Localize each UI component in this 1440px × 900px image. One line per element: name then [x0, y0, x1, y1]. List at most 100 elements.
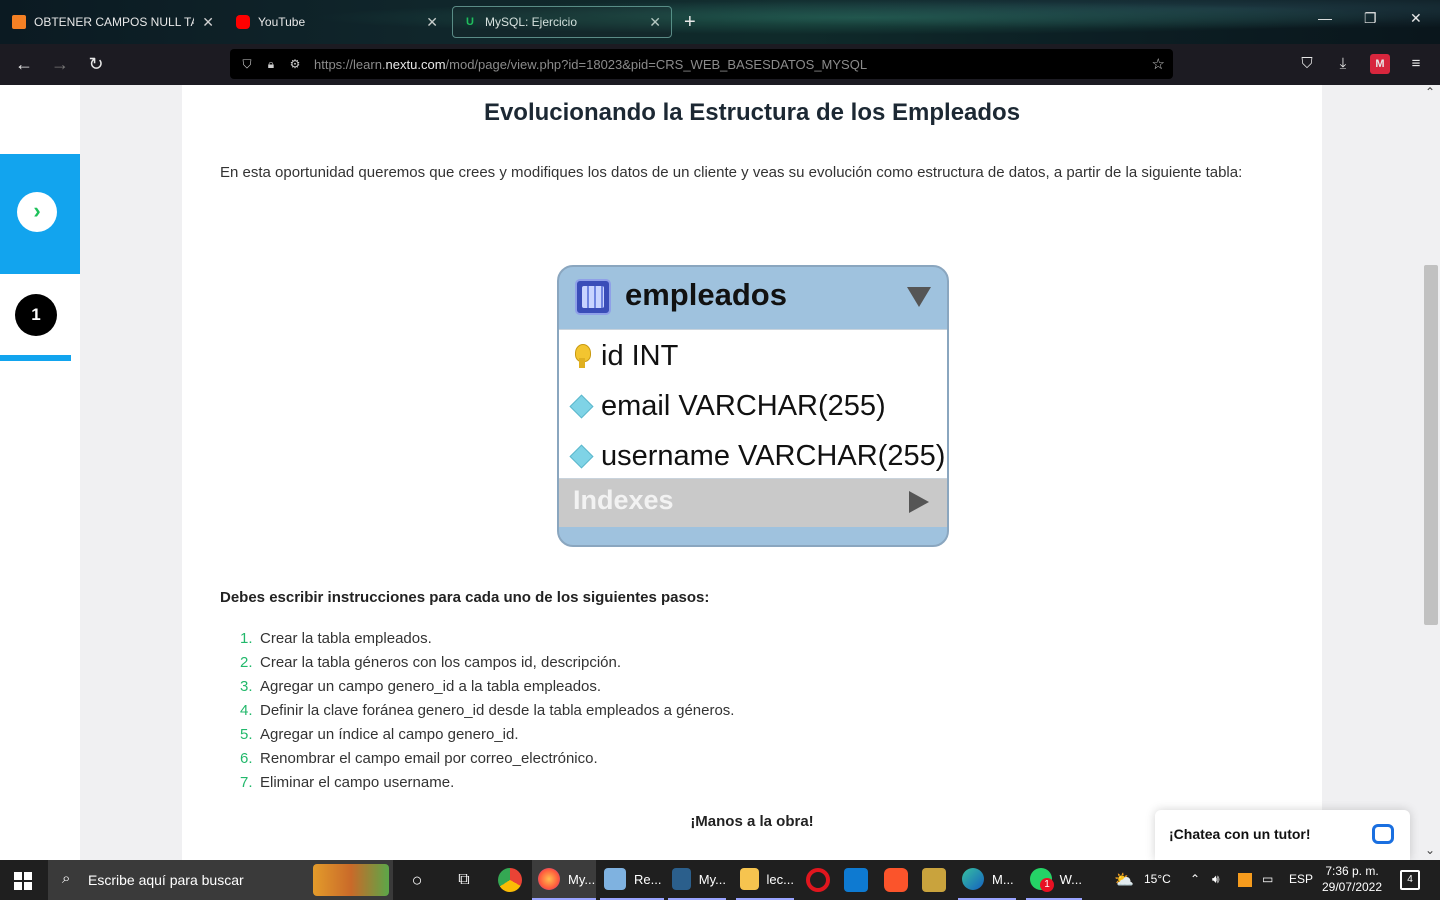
- taskbar-app-mysql-workbench[interactable]: My...: [668, 860, 726, 900]
- table-icon: [575, 279, 611, 315]
- address-bar[interactable]: ⛉ 🔒︎ ⚙ https://learn.nextu.com/mod/page/…: [230, 49, 1173, 79]
- diagram-header: empleados: [559, 267, 947, 329]
- whatsapp-badge: 1: [1040, 878, 1054, 892]
- task-view-icon[interactable]: ⧉: [452, 868, 476, 892]
- close-window-button[interactable]: ✕: [1410, 10, 1422, 27]
- lock-icon[interactable]: 🔒︎: [264, 57, 278, 71]
- taskbar-app-label: Re...: [634, 871, 662, 887]
- menu-icon[interactable]: ≡: [1406, 54, 1426, 74]
- clock-date: 29/07/2022: [1321, 880, 1383, 894]
- browser-tab-bar: OBTENER CAMPOS NULL TABLA ✕ YouTube ✕ U …: [0, 0, 1440, 44]
- fields-list: id INT email VARCHAR(255) username VARCH…: [559, 329, 947, 480]
- list-item: 2. Crear la tabla géneros con los campos …: [240, 651, 734, 675]
- restore-button[interactable]: ❐: [1364, 10, 1377, 27]
- windows-taskbar: ⌕ Escribe aquí para buscar ○ ⧉ My... Re.…: [0, 860, 1440, 900]
- web-page: › 1 Evolucionando la Estructura de los E…: [0, 85, 1440, 860]
- indexes-label: Indexes: [573, 485, 674, 515]
- volume-icon[interactable]: 🔊︎: [1212, 872, 1220, 887]
- tab-obtener-campos[interactable]: OBTENER CAMPOS NULL TABLA ✕: [2, 6, 224, 38]
- course-sidebar: › 1: [0, 85, 80, 860]
- taskbar-app-edge[interactable]: M...: [958, 860, 1016, 900]
- field-row: id INT: [567, 332, 678, 380]
- article-content: Evolucionando la Estructura de los Emple…: [182, 85, 1322, 860]
- shield-icon[interactable]: ⛉: [240, 57, 254, 71]
- chat-label[interactable]: ¡Chatea con un tutor!: [1169, 826, 1311, 842]
- taskbar-app-explorer[interactable]: lec...: [736, 860, 794, 900]
- minimize-button[interactable]: —: [1318, 10, 1332, 26]
- taskbar-app-label: My...: [698, 871, 726, 887]
- paint-icon: [604, 868, 626, 890]
- opera-icon[interactable]: [806, 868, 830, 892]
- expand-arrow-icon: [909, 491, 929, 513]
- taskbar-app-whatsapp[interactable]: 1 W...: [1026, 860, 1082, 900]
- vscode-icon[interactable]: [844, 868, 868, 892]
- taskbar-app-firefox[interactable]: My...: [532, 860, 596, 900]
- windows-start-icon[interactable]: [14, 872, 32, 890]
- navigation-toolbar: ← → ↻ ⛉ 🔒︎ ⚙ https://learn.nextu.com/mod…: [0, 44, 1440, 85]
- key-icon: [567, 342, 595, 370]
- table-diagram: empleados id INT email VARCHAR(255) user…: [557, 265, 949, 547]
- field-label: username VARCHAR(255): [601, 439, 946, 472]
- temperature[interactable]: 15°C: [1144, 872, 1171, 886]
- step-number-badge[interactable]: 1: [15, 294, 57, 336]
- step-number: 2.: [240, 654, 253, 671]
- network-icon[interactable]: ▭: [1262, 872, 1273, 886]
- close-icon[interactable]: ✕: [426, 14, 438, 31]
- closing-text: ¡Manos a la obra!: [690, 813, 814, 830]
- taskbar-app-label: W...: [1059, 871, 1082, 887]
- league-client-icon[interactable]: [922, 868, 946, 892]
- diamond-icon: [567, 392, 595, 420]
- reload-button[interactable]: ↻: [84, 52, 108, 76]
- chevron-right-icon[interactable]: ›: [17, 192, 57, 232]
- step-text: Eliminar el campo username.: [260, 774, 455, 791]
- tab-youtube[interactable]: YouTube ✕: [226, 6, 448, 38]
- chevron-up-icon[interactable]: ⌃: [1190, 872, 1200, 886]
- bookmark-star-icon[interactable]: ☆: [1152, 55, 1165, 73]
- nextu-icon: U: [463, 15, 477, 29]
- notification-icon[interactable]: 4: [1400, 870, 1420, 890]
- taskbar-app-paint[interactable]: Re...: [600, 860, 664, 900]
- step-text: Renombrar el campo email por correo_elec…: [260, 750, 598, 767]
- steps-list: 1. Crear la tabla empleados. 2. Crear la t…: [240, 627, 734, 795]
- search-icon: ⌕: [62, 870, 71, 887]
- brave-icon[interactable]: [884, 868, 908, 892]
- stackoverflow-icon: [12, 15, 26, 29]
- search-placeholder[interactable]: Escribe aquí para buscar: [88, 872, 244, 888]
- step-number: 3.: [240, 678, 253, 695]
- extension-icon[interactable]: M: [1370, 54, 1390, 74]
- scroll-down-icon[interactable]: ⌄: [1425, 843, 1435, 857]
- progress-bar: [0, 355, 71, 361]
- intro-paragraph: En esta oportunidad queremos que crees y…: [220, 164, 1243, 181]
- tab-mysql-ejercicio[interactable]: U MySQL: Ejercicio ✕: [452, 6, 672, 38]
- close-icon[interactable]: ✕: [649, 14, 661, 31]
- search-highlight-image: [313, 864, 389, 896]
- new-tab-button[interactable]: +: [684, 10, 696, 34]
- chat-widget[interactable]: ¡Chatea con un tutor!: [1155, 810, 1410, 860]
- list-item: 4. Definir la clave foránea genero_id des…: [240, 699, 734, 723]
- app-tray-icon[interactable]: [1238, 873, 1252, 887]
- step-text: Crear la tabla géneros con los campos id…: [260, 654, 622, 671]
- weather-icon[interactable]: ⛅: [1114, 870, 1134, 890]
- edge-icon: [962, 868, 984, 890]
- back-button[interactable]: ←: [12, 52, 36, 76]
- step-number: 7.: [240, 774, 253, 791]
- taskbar-search-box[interactable]: ⌕ Escribe aquí para buscar: [48, 860, 393, 900]
- url-text[interactable]: https://learn.nextu.com/mod/page/view.ph…: [314, 57, 867, 72]
- permissions-icon[interactable]: ⚙: [288, 57, 302, 71]
- field-row: username VARCHAR(255): [567, 432, 945, 480]
- scrollbar-thumb[interactable]: [1424, 265, 1438, 625]
- page-scrollbar[interactable]: ⌃ ⌄: [1422, 85, 1440, 860]
- scroll-up-icon[interactable]: ⌃: [1425, 85, 1435, 99]
- download-icon[interactable]: ⤓: [1333, 54, 1353, 74]
- table-name: empleados: [625, 277, 787, 312]
- pocket-icon[interactable]: ⛉: [1297, 54, 1317, 74]
- forward-button[interactable]: →: [48, 52, 72, 76]
- close-icon[interactable]: ✕: [202, 14, 214, 31]
- cortana-icon[interactable]: ○: [405, 868, 429, 892]
- chrome-icon[interactable]: [498, 868, 522, 892]
- folder-icon: [740, 868, 759, 890]
- language-indicator[interactable]: ESP: [1289, 872, 1313, 886]
- clock[interactable]: 7:36 p. m. 29/07/2022: [1316, 863, 1388, 895]
- field-row: email VARCHAR(255): [567, 382, 886, 430]
- chat-bubble-icon[interactable]: [1372, 824, 1394, 844]
